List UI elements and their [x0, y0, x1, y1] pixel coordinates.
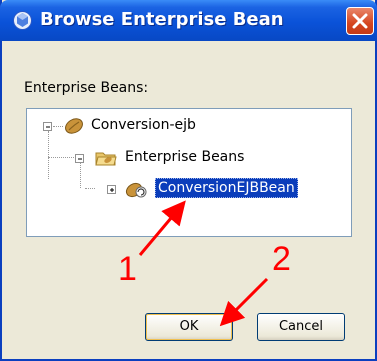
annotation-arrows: [138, 200, 269, 327]
browse-enterprise-bean-dialog: Browse Enterprise Bean Enterprise Beans:: [0, 0, 377, 361]
annotation-arrow-1: [138, 200, 186, 256]
annotation-step-1: 1: [118, 250, 137, 288]
annotation-arrow-2: [219, 277, 269, 327]
annotation-step-2: 2: [272, 240, 291, 278]
